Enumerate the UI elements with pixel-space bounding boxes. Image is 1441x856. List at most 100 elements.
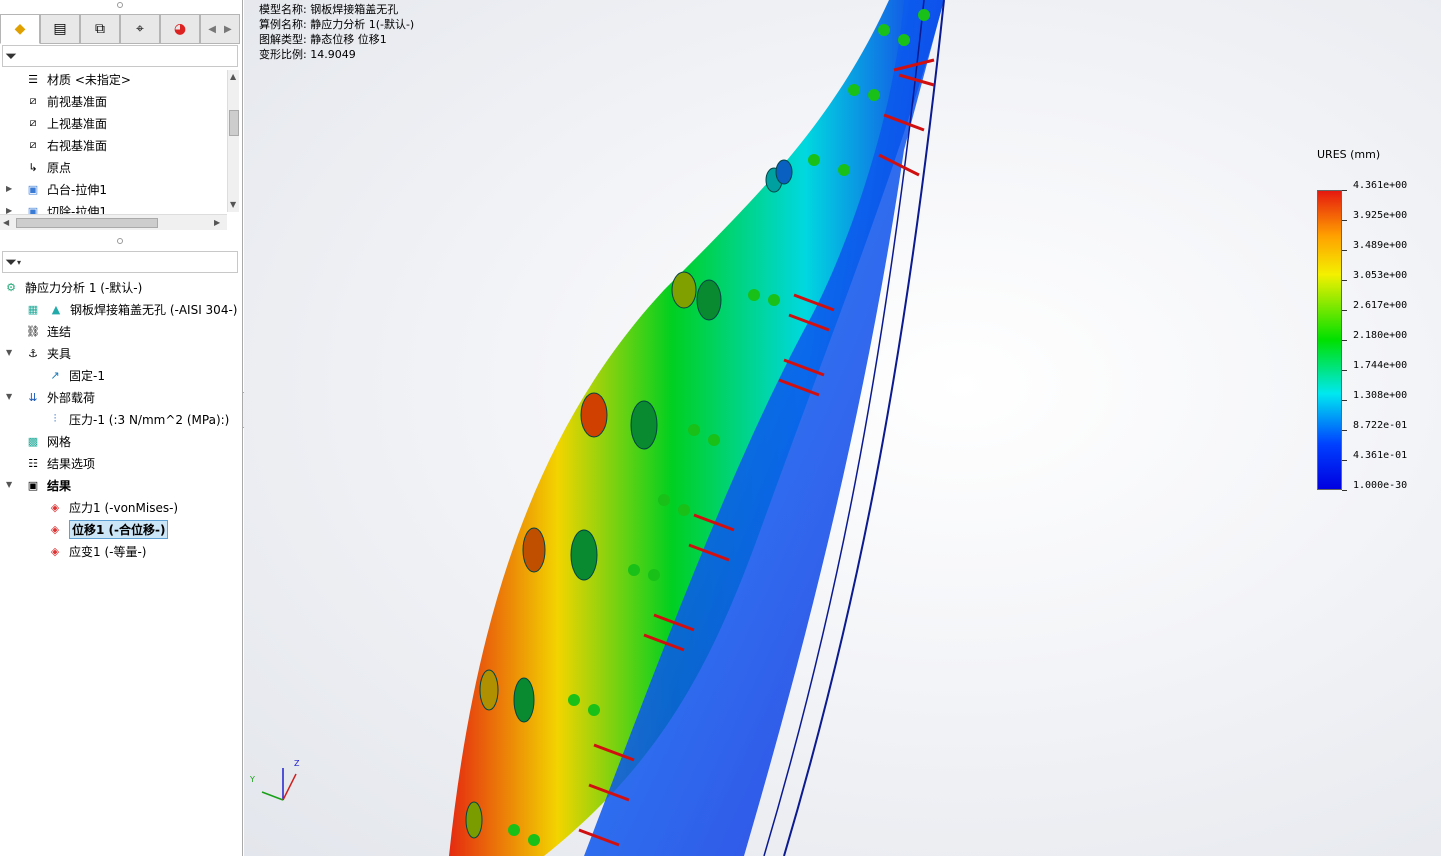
- plot-info: 模型名称: 钢板焊接箱盖无孔 算例名称: 静应力分析 1(-默认-) 图解类型:…: [259, 2, 414, 62]
- legend-tick: [1342, 250, 1347, 251]
- panel-grip[interactable]: [117, 2, 123, 8]
- property-manager-icon: ▤: [53, 21, 67, 37]
- deformation-scale: 变形比例: 14.9049: [259, 48, 356, 61]
- tab-display-manager[interactable]: ◕: [160, 14, 200, 44]
- reference-triad: Z Y: [249, 759, 300, 801]
- legend-value: 4.361e-01: [1353, 450, 1408, 461]
- tree-item-origin[interactable]: ↳ 原点: [24, 157, 71, 177]
- triad-z-label: Z: [294, 759, 300, 768]
- plane-icon: ⧄: [29, 138, 37, 151]
- material-pyramid-icon: ▲: [51, 302, 61, 316]
- plane-icon: ⧄: [29, 116, 37, 129]
- origin-icon: ↳: [28, 160, 38, 174]
- legend-tick: [1342, 280, 1347, 281]
- graphics-viewport[interactable]: 模型名称: 钢板焊接箱盖无孔 算例名称: 静应力分析 1(-默认-) 图解类型:…: [244, 0, 1441, 856]
- tree-horizontal-scrollbar[interactable]: ◀ ▶: [0, 214, 227, 230]
- simulation-tree-filter[interactable]: ⏷ ▾: [2, 251, 238, 273]
- tree-item-material[interactable]: ☰ 材质 <未指定>: [24, 69, 131, 89]
- tree-item-mesh[interactable]: ▩ 网格: [24, 431, 71, 451]
- legend-value: 1.744e+00: [1353, 360, 1408, 371]
- tree-item-stress-1[interactable]: ◈ 应力1 (-vonMises-): [46, 497, 178, 517]
- tree-item-part[interactable]: ▦ ▲ 钢板焊接箱盖无孔 (-AISI 304-): [24, 299, 238, 319]
- result-options-icon: ☷: [28, 456, 38, 470]
- legend-value: 2.617e+00: [1353, 300, 1408, 311]
- filter-icon[interactable]: ⏷: [5, 47, 17, 65]
- legend-value: 8.722e-01: [1353, 420, 1408, 431]
- feature-manager-icon: ◆: [14, 21, 26, 37]
- scroll-down-icon[interactable]: ▼: [230, 200, 236, 209]
- tree-item-front-plane[interactable]: ⧄ 前视基准面: [24, 91, 108, 111]
- legend-color-bar[interactable]: [1317, 190, 1342, 490]
- tree-item-external-loads[interactable]: ⇊ 外部载荷: [24, 387, 95, 407]
- legend-tick: [1342, 460, 1347, 461]
- feature-tree: ☰ 材质 <未指定> ⧄ 前视基准面 ⧄ 上视基准面 ⧄ 右视基准面 ↳ 原点 …: [0, 68, 240, 215]
- display-manager-icon: ◕: [173, 21, 187, 37]
- tab-configuration-manager[interactable]: ⧉: [80, 14, 120, 44]
- scroll-thumb[interactable]: [229, 110, 239, 136]
- tab-dimxpert-manager[interactable]: ⌖: [120, 14, 160, 44]
- tree-item-cut-extrude[interactable]: ▣ 切除-拉伸1: [24, 201, 107, 215]
- tree-item-connections[interactable]: ⛓ 连结: [24, 321, 71, 341]
- tab-property-manager[interactable]: ▤: [40, 14, 80, 44]
- legend-tick: [1342, 490, 1347, 491]
- expand-arrow-icon[interactable]: ▶: [6, 184, 16, 193]
- legend-tick: [1342, 310, 1347, 311]
- fixtures-icon: ⚓: [28, 346, 38, 360]
- filter-icon[interactable]: ⏷: [5, 253, 17, 271]
- tree-vertical-scrollbar[interactable]: ▲ ▼: [227, 70, 239, 212]
- legend-value: 3.053e+00: [1353, 270, 1408, 281]
- feature-manager-panel: ◆ ▤ ⧉ ⌖ ◕ ◀ ▶ ⏷ ☰ 材质 <未指定> ⧄ 前视基准面 ⧄ 上视基准…: [0, 0, 243, 856]
- tab-feature-manager[interactable]: ◆: [0, 14, 40, 44]
- expand-arrow-icon[interactable]: ▶: [6, 206, 16, 214]
- configuration-icon: ⧉: [95, 21, 105, 37]
- tree-item-pressure-1[interactable]: ⫶ 压力-1 (:3 N/mm^2 (MPa):): [46, 409, 230, 429]
- tree-filter[interactable]: ⏷: [2, 45, 238, 67]
- legend-value: 4.361e+00: [1353, 180, 1408, 191]
- tree-item-top-plane[interactable]: ⧄ 上视基准面: [24, 113, 108, 133]
- scroll-thumb[interactable]: [16, 218, 158, 228]
- crosshair-icon: ⌖: [136, 21, 144, 37]
- collapse-arrow-icon[interactable]: ▼: [6, 480, 16, 489]
- tree-item-study[interactable]: ⚙ 静应力分析 1 (-默认-): [2, 277, 142, 297]
- connections-icon: ⛓: [26, 324, 40, 338]
- tree-item-boss-extrude[interactable]: ▣ 凸台-拉伸1: [24, 179, 107, 199]
- extrude-icon: ▣: [27, 182, 39, 196]
- panel-splitter-grip[interactable]: [117, 238, 123, 244]
- tree-item-right-plane[interactable]: ⧄ 右视基准面: [24, 135, 108, 155]
- legend-value: 1.000e-30: [1353, 480, 1408, 491]
- displacement-plot-icon: ◈: [50, 522, 60, 536]
- deformed-model-plot: [449, 0, 945, 856]
- manager-tab-bar: ◆ ▤ ⧉ ⌖ ◕ ◀ ▶: [0, 14, 240, 44]
- model-name: 模型名称: 钢板焊接箱盖无孔: [259, 3, 399, 16]
- tree-item-results[interactable]: ▣ 结果: [24, 475, 71, 495]
- chevron-down-icon[interactable]: ▾: [17, 258, 21, 267]
- results-folder-icon: ▣: [27, 478, 39, 492]
- tree-item-displacement-1[interactable]: ◈ 位移1 (-合位移-): [46, 519, 169, 539]
- plot-type: 图解类型: 静态位移 位移1: [259, 33, 387, 46]
- tree-item-fixed-1[interactable]: ↗ 固定-1: [46, 365, 105, 385]
- collapse-arrow-icon[interactable]: ▼: [6, 392, 16, 401]
- tree-item-fixtures[interactable]: ⚓ 夹具: [24, 343, 71, 363]
- legend-tick: [1342, 340, 1347, 341]
- legend-value: 3.489e+00: [1353, 240, 1408, 251]
- tab-scroll-arrows[interactable]: ◀ ▶: [200, 14, 240, 44]
- chevron-left-icon[interactable]: ◀: [208, 24, 216, 35]
- scroll-up-icon[interactable]: ▲: [230, 72, 236, 81]
- stress-plot-icon: ◈: [50, 500, 60, 514]
- collapse-arrow-icon[interactable]: ▼: [6, 348, 16, 357]
- legend-tick: [1342, 400, 1347, 401]
- study-name: 算例名称: 静应力分析 1(-默认-): [259, 18, 415, 31]
- tree-item-result-options[interactable]: ☷ 结果选项: [24, 453, 95, 473]
- legend-tick: [1342, 220, 1347, 221]
- tree-item-strain-1[interactable]: ◈ 应变1 (-等量-): [46, 541, 147, 561]
- chevron-right-icon[interactable]: ▶: [224, 24, 232, 35]
- legend-value: 3.925e+00: [1353, 210, 1408, 221]
- legend-value: 2.180e+00: [1353, 330, 1408, 341]
- legend-tick: [1342, 370, 1347, 371]
- part-icon: ▦: [27, 302, 39, 316]
- loads-icon: ⇊: [28, 390, 38, 404]
- pressure-icon: ⫶: [53, 412, 57, 425]
- scroll-right-icon[interactable]: ▶: [214, 218, 220, 227]
- scroll-left-icon[interactable]: ◀: [3, 218, 9, 227]
- simulation-tree: ⚙ 静应力分析 1 (-默认-) ▦ ▲ 钢板焊接箱盖无孔 (-AISI 304…: [0, 276, 240, 576]
